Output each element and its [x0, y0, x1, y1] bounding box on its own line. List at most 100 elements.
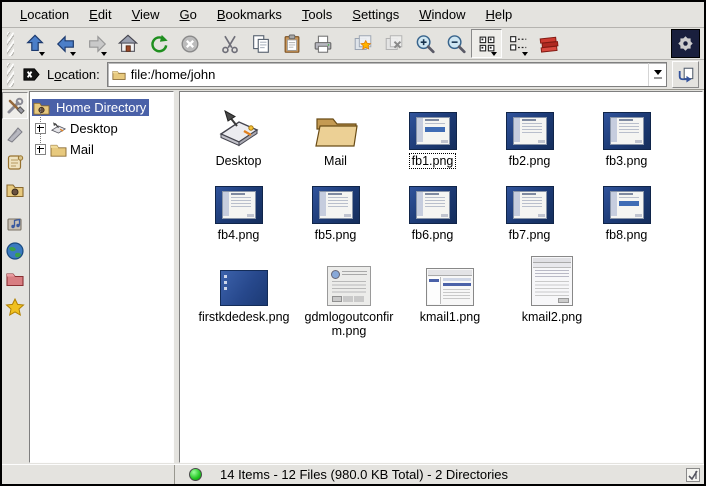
dropdown-arrow	[522, 52, 528, 56]
desktop-folder-icon	[215, 104, 263, 150]
file-item-firstkdedesk[interactable]: firstkdedesk.png	[190, 254, 298, 339]
zoom-out-button[interactable]	[440, 29, 471, 58]
file-label: Desktop	[213, 153, 265, 169]
sidebar-button-bookmarks-star[interactable]	[2, 293, 28, 320]
sidebar-button-tools[interactable]	[2, 92, 28, 119]
main-area: Home Directory Desktop Mail	[2, 90, 704, 464]
tree-item-mail[interactable]: Mail	[32, 139, 171, 160]
menu-window[interactable]: Window	[409, 4, 475, 25]
cut-scissors-icon	[219, 33, 241, 55]
new-window-button[interactable]	[347, 29, 378, 58]
menu-help[interactable]: Help	[476, 4, 523, 25]
cut-button[interactable]	[214, 29, 245, 58]
tree-item-home-directory[interactable]: Home Directory	[32, 97, 171, 118]
sidebar-button-root-folder[interactable]	[2, 265, 28, 292]
sidebar-button-network[interactable]	[2, 237, 28, 264]
dropdown-arrow	[70, 52, 76, 56]
mail-screenshot-thumbnail	[426, 268, 474, 306]
icon-view-button[interactable]	[471, 29, 502, 58]
screenshot-thumbnail	[215, 186, 263, 224]
file-label: fb5.png	[312, 227, 360, 243]
folder-tree-panel: Home Directory Desktop Mail	[29, 91, 174, 463]
sidebar-button-home-folder[interactable]	[2, 176, 28, 203]
back-button[interactable]	[50, 29, 81, 58]
print-button[interactable]	[307, 29, 338, 58]
file-item-fb2[interactable]: fb2.png	[481, 104, 578, 169]
bookmark-books-button[interactable]	[533, 29, 564, 58]
file-label: kmail2.png	[519, 309, 585, 325]
location-dropdown-button[interactable]	[648, 63, 666, 86]
copy-icon	[250, 33, 272, 55]
file-item-mail[interactable]: Mail	[287, 104, 384, 169]
file-row: Desktop Mail	[180, 104, 702, 169]
file-item-fb4[interactable]: fb4.png	[190, 178, 287, 243]
sidebar-button-history[interactable]	[2, 148, 28, 175]
file-item-fb1[interactable]: fb1.png	[384, 104, 481, 169]
screenshot-thumbnail	[603, 112, 651, 150]
tree-view-button[interactable]	[502, 29, 533, 58]
file-item-kmail2[interactable]: kmail2.png	[500, 254, 604, 339]
menu-settings[interactable]: Settings	[342, 4, 409, 25]
dropdown-arrow	[101, 52, 107, 56]
location-combobox	[107, 62, 667, 87]
stop-button-disabled	[174, 29, 205, 58]
bookmark-books-icon	[538, 33, 560, 55]
thumbnail	[506, 104, 554, 150]
home-button[interactable]	[112, 29, 143, 58]
go-enter-icon	[677, 66, 695, 84]
file-item-fb6[interactable]: fb6.png	[384, 178, 481, 243]
tree-item-label: Desktop	[70, 121, 118, 136]
copy-button[interactable]	[245, 29, 276, 58]
clear-location-icon	[22, 65, 41, 84]
zoom-out-magnifier-icon	[445, 33, 467, 55]
expand-plus-icon[interactable]	[35, 144, 46, 155]
reload-icon	[148, 33, 170, 55]
sidebar-button-services[interactable]	[2, 209, 28, 236]
file-label: Mail	[321, 153, 350, 169]
gear-icon	[673, 31, 698, 56]
paste-button[interactable]	[276, 29, 307, 58]
services-icon	[5, 213, 25, 233]
expand-plus-icon[interactable]	[35, 123, 46, 134]
clear-location-button[interactable]	[19, 63, 44, 86]
file-item-fb5[interactable]: fb5.png	[287, 178, 384, 243]
zoom-in-button[interactable]	[409, 29, 440, 58]
folder-icon	[111, 68, 127, 82]
up-button[interactable]	[19, 29, 50, 58]
location-toolbar-handle[interactable]	[7, 63, 14, 87]
menu-view[interactable]: View	[122, 4, 170, 25]
go-button[interactable]	[672, 61, 699, 88]
folder-icon	[313, 112, 359, 150]
thumbnail	[603, 178, 651, 224]
sidebar-button-bookmark[interactable]	[2, 120, 28, 147]
home-icon	[117, 33, 139, 55]
reload-button[interactable]	[143, 29, 174, 58]
status-bar: 14 Items - 12 Files (980.0 KB Total) - 2…	[2, 464, 704, 484]
thumbnail	[215, 178, 263, 224]
sidebar-button-strip	[2, 90, 28, 464]
menu-edit[interactable]: Edit	[79, 4, 121, 25]
menu-location[interactable]: Location	[10, 4, 79, 25]
file-item-fb3[interactable]: fb3.png	[578, 104, 675, 169]
file-item-fb7[interactable]: fb7.png	[481, 178, 578, 243]
status-bar-left-spacer	[2, 465, 175, 484]
file-row: firstkdedesk.png gdmlogoutconfirm.png	[180, 254, 702, 339]
file-item-fb8[interactable]: fb8.png	[578, 178, 675, 243]
menu-tools[interactable]: Tools	[292, 4, 342, 25]
mail-screenshot-thumbnail	[531, 256, 573, 306]
file-label: kmail1.png	[417, 309, 483, 325]
location-input[interactable]	[131, 67, 648, 82]
screenshot-thumbnail	[603, 186, 651, 224]
close-window-button-disabled	[378, 29, 409, 58]
status-led-icon	[189, 468, 202, 481]
link-view-checkbox[interactable]	[686, 468, 700, 482]
file-item-desktop[interactable]: Desktop	[190, 104, 287, 169]
menu-go[interactable]: Go	[170, 4, 207, 25]
tree-item-desktop[interactable]: Desktop	[32, 118, 171, 139]
toolbar-handle[interactable]	[7, 32, 14, 56]
menu-bookmarks[interactable]: Bookmarks	[207, 4, 292, 25]
file-item-kmail1[interactable]: kmail1.png	[400, 254, 500, 339]
file-icon-view[interactable]: Desktop Mail	[179, 91, 703, 463]
kde-gear-throbber	[671, 29, 700, 58]
file-item-gdmlogoutconfirm[interactable]: gdmlogoutconfirm.png	[298, 254, 400, 339]
